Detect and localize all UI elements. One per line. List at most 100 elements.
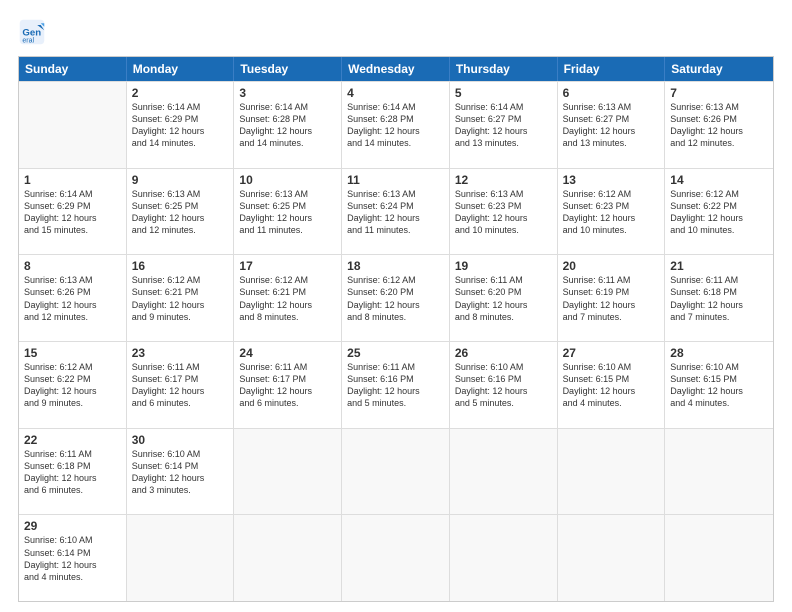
day-info: Sunrise: 6:14 AM Sunset: 6:28 PM Dayligh… xyxy=(239,101,336,150)
day-cell-26: 26Sunrise: 6:10 AM Sunset: 6:16 PM Dayli… xyxy=(450,342,558,428)
day-number: 10 xyxy=(239,173,336,187)
day-info: Sunrise: 6:14 AM Sunset: 6:28 PM Dayligh… xyxy=(347,101,444,150)
calendar-row-4: 22Sunrise: 6:11 AM Sunset: 6:18 PM Dayli… xyxy=(19,428,773,515)
day-cell-5: 5Sunrise: 6:14 AM Sunset: 6:27 PM Daylig… xyxy=(450,82,558,168)
day-number: 19 xyxy=(455,259,552,273)
day-number: 28 xyxy=(670,346,768,360)
day-cell-empty xyxy=(450,515,558,601)
day-cell-27: 27Sunrise: 6:10 AM Sunset: 6:15 PM Dayli… xyxy=(558,342,666,428)
day-cell-empty xyxy=(127,515,235,601)
day-info: Sunrise: 6:10 AM Sunset: 6:16 PM Dayligh… xyxy=(455,361,552,410)
day-cell-7: 7Sunrise: 6:13 AM Sunset: 6:26 PM Daylig… xyxy=(665,82,773,168)
header: Gen eral xyxy=(18,18,774,46)
day-number: 4 xyxy=(347,86,444,100)
day-info: Sunrise: 6:10 AM Sunset: 6:14 PM Dayligh… xyxy=(24,534,121,583)
weekday-header-tuesday: Tuesday xyxy=(234,57,342,81)
day-info: Sunrise: 6:11 AM Sunset: 6:17 PM Dayligh… xyxy=(239,361,336,410)
day-info: Sunrise: 6:11 AM Sunset: 6:17 PM Dayligh… xyxy=(132,361,229,410)
day-cell-empty xyxy=(19,82,127,168)
day-cell-14: 14Sunrise: 6:12 AM Sunset: 6:22 PM Dayli… xyxy=(665,169,773,255)
day-cell-4: 4Sunrise: 6:14 AM Sunset: 6:28 PM Daylig… xyxy=(342,82,450,168)
day-number: 16 xyxy=(132,259,229,273)
calendar-row-3: 15Sunrise: 6:12 AM Sunset: 6:22 PM Dayli… xyxy=(19,341,773,428)
day-info: Sunrise: 6:14 AM Sunset: 6:29 PM Dayligh… xyxy=(24,188,121,237)
svg-text:eral: eral xyxy=(22,38,34,45)
day-cell-empty xyxy=(558,429,666,515)
day-cell-empty xyxy=(342,429,450,515)
day-cell-12: 12Sunrise: 6:13 AM Sunset: 6:23 PM Dayli… xyxy=(450,169,558,255)
day-number: 20 xyxy=(563,259,660,273)
day-cell-23: 23Sunrise: 6:11 AM Sunset: 6:17 PM Dayli… xyxy=(127,342,235,428)
day-cell-17: 17Sunrise: 6:12 AM Sunset: 6:21 PM Dayli… xyxy=(234,255,342,341)
day-number: 21 xyxy=(670,259,768,273)
weekday-header-wednesday: Wednesday xyxy=(342,57,450,81)
day-number: 9 xyxy=(132,173,229,187)
day-info: Sunrise: 6:11 AM Sunset: 6:18 PM Dayligh… xyxy=(24,448,121,497)
day-info: Sunrise: 6:12 AM Sunset: 6:21 PM Dayligh… xyxy=(132,274,229,323)
day-cell-21: 21Sunrise: 6:11 AM Sunset: 6:18 PM Dayli… xyxy=(665,255,773,341)
day-info: Sunrise: 6:13 AM Sunset: 6:26 PM Dayligh… xyxy=(670,101,768,150)
weekday-header-thursday: Thursday xyxy=(450,57,558,81)
calendar-body: 2Sunrise: 6:14 AM Sunset: 6:29 PM Daylig… xyxy=(19,81,773,601)
day-info: Sunrise: 6:13 AM Sunset: 6:27 PM Dayligh… xyxy=(563,101,660,150)
day-cell-25: 25Sunrise: 6:11 AM Sunset: 6:16 PM Dayli… xyxy=(342,342,450,428)
day-info: Sunrise: 6:12 AM Sunset: 6:21 PM Dayligh… xyxy=(239,274,336,323)
day-info: Sunrise: 6:14 AM Sunset: 6:29 PM Dayligh… xyxy=(132,101,229,150)
day-number: 1 xyxy=(24,173,121,187)
day-number: 25 xyxy=(347,346,444,360)
day-number: 22 xyxy=(24,433,121,447)
day-cell-6: 6Sunrise: 6:13 AM Sunset: 6:27 PM Daylig… xyxy=(558,82,666,168)
day-cell-19: 19Sunrise: 6:11 AM Sunset: 6:20 PM Dayli… xyxy=(450,255,558,341)
day-cell-2: 2Sunrise: 6:14 AM Sunset: 6:29 PM Daylig… xyxy=(127,82,235,168)
calendar-header: SundayMondayTuesdayWednesdayThursdayFrid… xyxy=(19,57,773,81)
day-info: Sunrise: 6:11 AM Sunset: 6:18 PM Dayligh… xyxy=(670,274,768,323)
day-cell-20: 20Sunrise: 6:11 AM Sunset: 6:19 PM Dayli… xyxy=(558,255,666,341)
day-cell-29: 29Sunrise: 6:10 AM Sunset: 6:14 PM Dayli… xyxy=(19,515,127,601)
day-cell-15: 15Sunrise: 6:12 AM Sunset: 6:22 PM Dayli… xyxy=(19,342,127,428)
day-cell-11: 11Sunrise: 6:13 AM Sunset: 6:24 PM Dayli… xyxy=(342,169,450,255)
day-info: Sunrise: 6:12 AM Sunset: 6:20 PM Dayligh… xyxy=(347,274,444,323)
day-info: Sunrise: 6:10 AM Sunset: 6:15 PM Dayligh… xyxy=(563,361,660,410)
day-number: 29 xyxy=(24,519,121,533)
day-info: Sunrise: 6:13 AM Sunset: 6:23 PM Dayligh… xyxy=(455,188,552,237)
day-cell-24: 24Sunrise: 6:11 AM Sunset: 6:17 PM Dayli… xyxy=(234,342,342,428)
day-cell-empty xyxy=(558,515,666,601)
day-cell-empty xyxy=(234,515,342,601)
page: Gen eral SundayMondayTuesdayWednesdayThu… xyxy=(0,0,792,612)
day-info: Sunrise: 6:12 AM Sunset: 6:22 PM Dayligh… xyxy=(670,188,768,237)
day-info: Sunrise: 6:12 AM Sunset: 6:22 PM Dayligh… xyxy=(24,361,121,410)
logo: Gen eral xyxy=(18,18,50,46)
calendar-row-0: 2Sunrise: 6:14 AM Sunset: 6:29 PM Daylig… xyxy=(19,81,773,168)
day-cell-22: 22Sunrise: 6:11 AM Sunset: 6:18 PM Dayli… xyxy=(19,429,127,515)
day-number: 14 xyxy=(670,173,768,187)
day-number: 6 xyxy=(563,86,660,100)
day-info: Sunrise: 6:14 AM Sunset: 6:27 PM Dayligh… xyxy=(455,101,552,150)
day-number: 27 xyxy=(563,346,660,360)
weekday-header-friday: Friday xyxy=(558,57,666,81)
day-cell-1: 1Sunrise: 6:14 AM Sunset: 6:29 PM Daylig… xyxy=(19,169,127,255)
day-cell-10: 10Sunrise: 6:13 AM Sunset: 6:25 PM Dayli… xyxy=(234,169,342,255)
day-info: Sunrise: 6:12 AM Sunset: 6:23 PM Dayligh… xyxy=(563,188,660,237)
day-info: Sunrise: 6:13 AM Sunset: 6:25 PM Dayligh… xyxy=(132,188,229,237)
day-info: Sunrise: 6:13 AM Sunset: 6:24 PM Dayligh… xyxy=(347,188,444,237)
day-number: 30 xyxy=(132,433,229,447)
calendar-row-5: 29Sunrise: 6:10 AM Sunset: 6:14 PM Dayli… xyxy=(19,514,773,601)
day-info: Sunrise: 6:10 AM Sunset: 6:15 PM Dayligh… xyxy=(670,361,768,410)
day-number: 24 xyxy=(239,346,336,360)
day-cell-30: 30Sunrise: 6:10 AM Sunset: 6:14 PM Dayli… xyxy=(127,429,235,515)
day-info: Sunrise: 6:11 AM Sunset: 6:20 PM Dayligh… xyxy=(455,274,552,323)
day-number: 26 xyxy=(455,346,552,360)
day-cell-empty xyxy=(665,429,773,515)
calendar: SundayMondayTuesdayWednesdayThursdayFrid… xyxy=(18,56,774,602)
day-number: 11 xyxy=(347,173,444,187)
day-cell-empty xyxy=(450,429,558,515)
day-cell-18: 18Sunrise: 6:12 AM Sunset: 6:20 PM Dayli… xyxy=(342,255,450,341)
day-info: Sunrise: 6:11 AM Sunset: 6:19 PM Dayligh… xyxy=(563,274,660,323)
day-cell-16: 16Sunrise: 6:12 AM Sunset: 6:21 PM Dayli… xyxy=(127,255,235,341)
weekday-header-sunday: Sunday xyxy=(19,57,127,81)
day-info: Sunrise: 6:13 AM Sunset: 6:25 PM Dayligh… xyxy=(239,188,336,237)
day-number: 8 xyxy=(24,259,121,273)
day-number: 5 xyxy=(455,86,552,100)
day-cell-empty xyxy=(665,515,773,601)
day-number: 13 xyxy=(563,173,660,187)
